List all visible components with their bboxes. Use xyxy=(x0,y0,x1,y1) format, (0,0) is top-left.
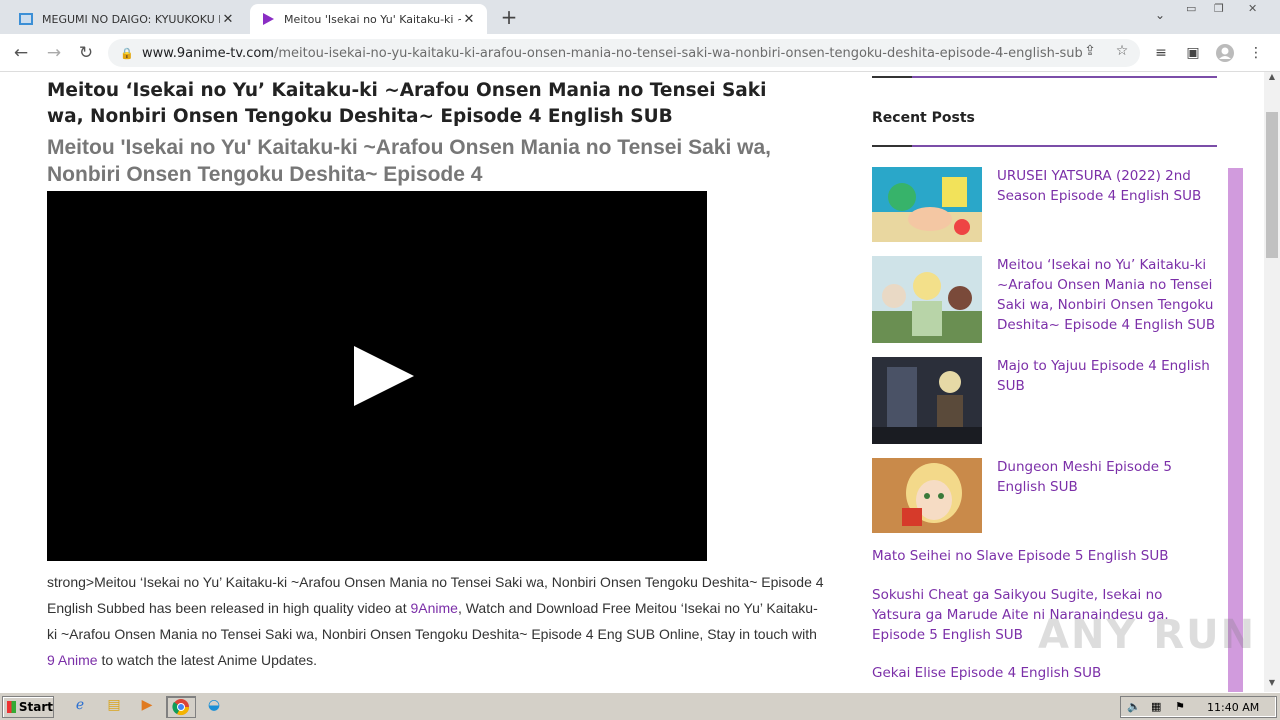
tab-search-chevron-icon[interactable]: ⌄ xyxy=(1150,8,1170,28)
scroll-thumb[interactable] xyxy=(1266,112,1278,258)
browser-toolbar: ← → ↻ 🔒 www.9anime-tv.com /meitou-isekai… xyxy=(0,34,1280,72)
post-thumbnail[interactable] xyxy=(872,357,982,444)
close-tab-icon[interactable]: ✕ xyxy=(461,12,477,27)
post-title-link[interactable]: Gekai Elise Episode 4 English SUB xyxy=(872,663,1192,683)
bookmark-star-icon[interactable]: ☆ xyxy=(1112,43,1132,63)
post-subtitle: Meitou 'Isekai no Yu' Kaitaku-ki ~Arafou… xyxy=(47,136,771,186)
video-player[interactable] xyxy=(47,191,707,561)
side-panel-icon[interactable]: ▣ xyxy=(1181,41,1205,65)
post-thumbnail[interactable] xyxy=(872,256,982,343)
web-page: Meitou ‘Isekai no Yu’ Kaitaku-ki ~Arafou… xyxy=(0,72,1280,692)
media-control-icon[interactable]: ≡ xyxy=(1149,41,1173,65)
ie-icon[interactable]: ℯ xyxy=(70,697,90,717)
network-icon[interactable]: ▦ xyxy=(1151,700,1161,713)
post-title-link[interactable]: Dungeon Meshi Episode 5 English SUB xyxy=(997,457,1219,497)
tab-meitou[interactable]: Meitou 'Isekai no Yu' Kaitaku-ki ~Ara ✕ xyxy=(250,4,487,34)
post-title-link[interactable]: Majo to Yajuu Episode 4 English SUB xyxy=(997,356,1219,396)
minimize-icon[interactable]: ▭ xyxy=(1186,2,1196,18)
new-tab-button[interactable]: + xyxy=(498,6,520,28)
scroll-down-icon[interactable]: ▼ xyxy=(1264,678,1280,692)
site-favicon-icon xyxy=(18,11,34,27)
tab-title: MEGUMI NO DAIGO: KYUUKOKU NO xyxy=(42,12,220,26)
windows-taskbar: Start ℯ ▤ ▶ ◒ 🔈 ▦ ⚑ 11:40 AM xyxy=(0,692,1280,720)
page-scrollbar[interactable]: ▲ ▼ xyxy=(1264,72,1280,692)
media-player-icon[interactable]: ▶ xyxy=(137,697,157,717)
9anime-link[interactable]: 9Anime xyxy=(410,600,457,616)
play-favicon-icon xyxy=(260,11,276,27)
tab-strip: MEGUMI NO DAIGO: KYUUKOKU NO ✕ Meitou 'I… xyxy=(0,0,1280,34)
volume-icon[interactable]: 🔈 xyxy=(1127,700,1141,713)
close-window-icon[interactable]: ✕ xyxy=(1248,2,1257,18)
scroll-up-icon[interactable]: ▲ xyxy=(1264,72,1280,86)
post-title-link[interactable]: URUSEI YATSURA (2022) 2nd Season Episode… xyxy=(997,166,1219,206)
folder-icon[interactable]: ▤ xyxy=(104,697,124,717)
post-title-link[interactable]: Meitou ‘Isekai no Yu’ Kaitaku-ki ~Arafou… xyxy=(997,255,1219,335)
watermark-logo: ANY RUN xyxy=(1038,612,1257,658)
lock-icon: 🔒 xyxy=(120,46,134,60)
post-thumbnail[interactable] xyxy=(872,167,982,242)
share-icon[interactable]: ⇪ xyxy=(1080,43,1100,63)
post-description: strong>Meitou ‘Isekai no Yu’ Kaitaku-ki … xyxy=(47,569,827,673)
url-host: www.9anime-tv.com xyxy=(142,45,274,61)
tab-megumi[interactable]: MEGUMI NO DAIGO: KYUUKOKU NO ✕ xyxy=(8,4,246,34)
windows-flag-icon xyxy=(7,701,16,713)
sidebar-divider xyxy=(872,145,1217,147)
chrome-taskbar-icon[interactable] xyxy=(166,696,196,718)
desc-text-3: to watch the latest Anime Updates. xyxy=(97,652,318,668)
post-title-link[interactable]: Mato Seihei no Slave Episode 5 English S… xyxy=(872,546,1192,566)
restore-icon[interactable]: ❐ xyxy=(1214,2,1224,18)
play-icon[interactable] xyxy=(354,346,414,406)
post-thumbnail[interactable] xyxy=(872,458,982,533)
forward-arrow-icon[interactable]: → xyxy=(42,41,66,65)
address-bar[interactable]: 🔒 www.9anime-tv.com /meitou-isekai-no-yu… xyxy=(108,39,1140,67)
back-arrow-icon[interactable]: ← xyxy=(9,41,33,65)
start-button[interactable]: Start xyxy=(2,696,54,718)
start-label: Start xyxy=(18,700,53,714)
reload-icon[interactable]: ↻ xyxy=(74,41,98,65)
edge-icon[interactable]: ◒ xyxy=(204,697,224,717)
url-path: /meitou-isekai-no-yu-kaitaku-ki-arafou-o… xyxy=(273,45,1083,61)
9-anime-link[interactable]: 9 Anime xyxy=(47,652,98,668)
system-tray: 🔈 ▦ ⚑ 11:40 AM xyxy=(1120,696,1277,718)
clock: 11:40 AM xyxy=(1207,701,1260,714)
close-tab-icon[interactable]: ✕ xyxy=(220,12,236,27)
profile-avatar-icon[interactable] xyxy=(1213,41,1237,65)
post-title: Meitou ‘Isekai no Yu’ Kaitaku-ki ~Arafou… xyxy=(47,80,767,127)
flag-icon[interactable]: ⚑ xyxy=(1175,700,1185,713)
recent-posts-heading: Recent Posts xyxy=(872,110,975,126)
tab-title: Meitou 'Isekai no Yu' Kaitaku-ki ~Ara xyxy=(284,12,461,26)
sidebar-divider xyxy=(872,76,1217,78)
menu-kebab-icon[interactable]: ⋮ xyxy=(1244,41,1268,65)
